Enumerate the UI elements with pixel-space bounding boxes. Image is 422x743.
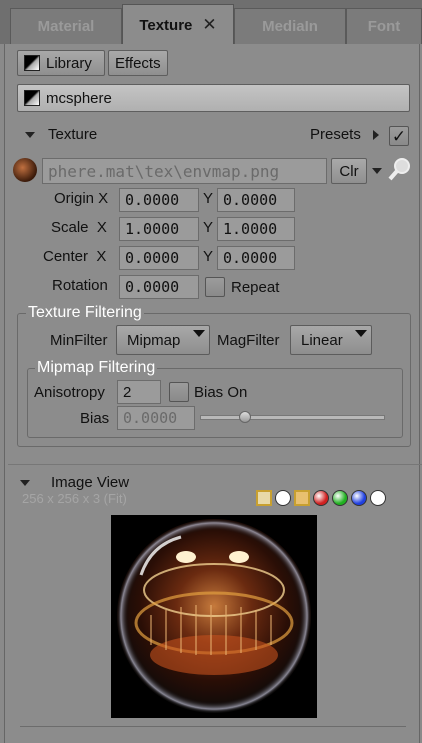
image-preview: [111, 515, 317, 718]
magfilter-label: MagFilter: [217, 332, 280, 349]
library-label: Library: [46, 54, 92, 72]
effects-label: Effects: [115, 54, 161, 72]
white-channel-icon[interactable]: [370, 490, 386, 506]
minfilter-select[interactable]: Mipmap: [116, 325, 210, 355]
bias-slider-track[interactable]: [200, 415, 385, 420]
magfilter-select[interactable]: Linear: [290, 325, 372, 355]
texture-filtering-title: Texture Filtering: [26, 304, 144, 322]
tab-font[interactable]: Font: [346, 8, 422, 44]
luminance-icon[interactable]: [275, 490, 291, 506]
presets-checkbox[interactable]: ✓: [389, 126, 409, 146]
center-x-label: Center X: [43, 248, 107, 265]
clear-button[interactable]: Clr: [331, 158, 367, 184]
bias-on-checkbox[interactable]: [169, 382, 189, 402]
clear-menu-arrow-icon[interactable]: [372, 168, 382, 174]
mipmap-filtering-group: [27, 368, 403, 438]
library-button[interactable]: Library: [17, 50, 105, 76]
image-info: 256 x 256 x 3 (Fit): [22, 491, 127, 506]
magnify-browse-icon[interactable]: [387, 156, 413, 182]
material-name-field[interactable]: mcsphere: [17, 84, 410, 112]
scale-x-input[interactable]: 1.0000: [119, 217, 199, 241]
tab-label: Texture: [139, 16, 193, 34]
chevron-down-icon: [355, 330, 367, 337]
blue-channel-icon[interactable]: [351, 490, 367, 506]
close-icon[interactable]: ✕: [202, 15, 216, 35]
red-channel-icon[interactable]: [313, 490, 329, 506]
effects-button[interactable]: Effects: [108, 50, 168, 76]
repeat-checkbox[interactable]: [205, 277, 225, 297]
minfilter-value: Mipmap: [127, 331, 181, 349]
texture-file-path[interactable]: phere.mat\tex\envmap.png: [42, 158, 327, 184]
mipmap-filtering-title: Mipmap Filtering: [35, 359, 158, 377]
center-y-label: Y: [203, 248, 214, 265]
bias-on-label: Bias On: [194, 384, 248, 401]
tab-bar: Material Texture ✕ MediaIn Font: [0, 0, 422, 45]
image-view-title: Image View: [51, 474, 130, 491]
tab-label: Material: [37, 18, 95, 35]
repeat-label: Repeat: [231, 279, 280, 296]
origin-y-label: Y: [203, 190, 214, 207]
material-swatch-icon: [24, 55, 40, 71]
bias-slider-handle[interactable]: [238, 411, 251, 423]
presets-label[interactable]: Presets: [310, 126, 361, 143]
scale-y-input[interactable]: 1.0000: [217, 217, 295, 241]
center-y-input[interactable]: 0.0000: [217, 246, 295, 270]
channel-buttons: [256, 490, 386, 506]
material-name: mcsphere: [46, 89, 112, 107]
texture-section-title: Texture: [48, 126, 98, 143]
scale-x-label: Scale X: [51, 219, 107, 236]
clear-label: Clr: [339, 162, 359, 180]
center-x-input[interactable]: 0.0000: [119, 246, 199, 270]
origin-y-input[interactable]: 0.0000: [217, 188, 295, 212]
tab-texture[interactable]: Texture ✕: [122, 4, 234, 45]
bias-label: Bias: [80, 410, 110, 427]
section-divider: [8, 464, 422, 465]
texture-thumbnail-icon: [13, 158, 37, 182]
tab-mediain[interactable]: MediaIn: [234, 8, 346, 44]
rgb-view-icon[interactable]: [256, 490, 272, 506]
tab-material[interactable]: Material: [10, 8, 122, 44]
anisotropy-input[interactable]: 2: [117, 380, 161, 404]
material-swatch-icon: [24, 90, 40, 106]
magfilter-value: Linear: [301, 331, 343, 349]
alpha-view-icon[interactable]: [294, 490, 310, 506]
origin-x-input[interactable]: 0.0000: [119, 188, 199, 212]
environment-sphere-image: [117, 519, 311, 713]
scale-y-label: Y: [203, 219, 214, 236]
collapse-arrow-icon[interactable]: [20, 480, 30, 486]
rotation-input[interactable]: 0.0000: [119, 275, 199, 299]
origin-x-label: Origin X: [54, 190, 109, 207]
collapse-arrow-icon[interactable]: [25, 132, 35, 138]
rotation-label: Rotation: [52, 277, 108, 294]
anisotropy-label: Anisotropy: [34, 384, 105, 401]
chevron-down-icon: [193, 330, 205, 337]
minfilter-label: MinFilter: [50, 332, 108, 349]
tab-label: Font: [367, 18, 401, 35]
bottom-divider: [20, 726, 406, 727]
green-channel-icon[interactable]: [332, 490, 348, 506]
tab-label: MediaIn: [262, 18, 318, 35]
presets-arrow-icon[interactable]: [373, 130, 379, 140]
bias-input[interactable]: 0.0000: [117, 406, 195, 430]
